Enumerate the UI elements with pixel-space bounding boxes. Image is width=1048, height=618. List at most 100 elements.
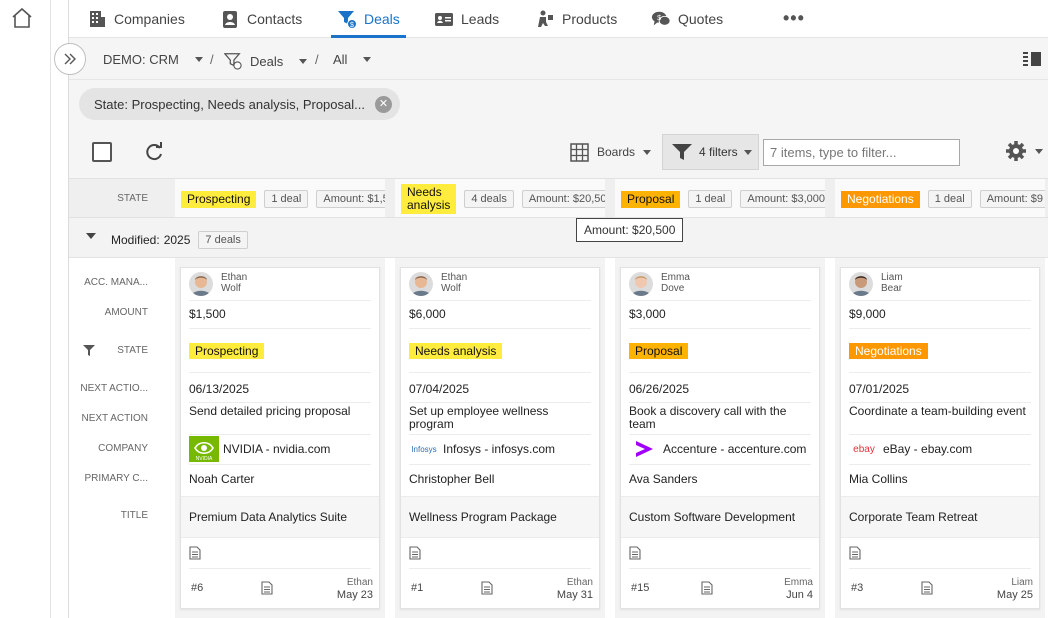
manager-first-name: Emma — [661, 272, 690, 283]
deal-card[interactable]: Ethan Wolf $1,500 Prospecting 06/13/2025 Send… — [180, 267, 380, 609]
state-filter-chip[interactable]: State: Prospecting, Needs analysis, Prop… — [79, 88, 400, 120]
modified-info: Ethan May 23 — [337, 577, 373, 602]
company-link[interactable]: eBay - ebay.com — [883, 442, 972, 456]
filter-input[interactable] — [763, 139, 960, 166]
infosys-logo: Infosys — [411, 444, 437, 454]
primary-contact[interactable]: Noah Carter — [189, 472, 371, 486]
account-manager: Liam Bear — [881, 272, 903, 294]
svg-text:$: $ — [657, 13, 661, 22]
primary-contact[interactable]: Ava Sanders — [629, 472, 811, 486]
document-icon[interactable] — [849, 546, 861, 560]
workspace-selector[interactable]: DEMO: CRM — [103, 52, 203, 67]
deal-id: #1 — [411, 582, 424, 594]
id-card-icon — [435, 13, 453, 26]
document-icon[interactable] — [921, 581, 933, 595]
tab-products[interactable]: Products — [535, 0, 617, 38]
group-value: 2025 — [163, 233, 191, 247]
chevron-down-icon — [299, 58, 308, 64]
state-header-row: STATE Prospecting 1 deal Amount: $1,5 Ne… — [69, 178, 1048, 218]
more-tabs-button[interactable]: ••• — [783, 8, 805, 29]
divider — [629, 300, 811, 301]
entity-selector[interactable]: Deals — [224, 52, 308, 70]
company-logo — [629, 436, 659, 462]
breadcrumb — [69, 38, 1048, 80]
boards-button[interactable]: Boards — [570, 140, 652, 164]
deal-title: Corporate Team Retreat — [849, 510, 978, 524]
column-header-needs-analysis[interactable]: Needs analysis 4 deals Amount: $20,50 — [395, 179, 605, 217]
manager-last-name: Bear — [881, 283, 903, 294]
panel-layout-icon[interactable] — [1022, 50, 1042, 68]
column-header-prospecting[interactable]: Prospecting 1 deal Amount: $1,5 — [175, 179, 385, 217]
document-icon[interactable] — [701, 581, 713, 595]
amount-badge: Amount: $3,000 — [740, 190, 825, 208]
deal-amount: $3,000 — [629, 307, 666, 321]
deal-amount: $9,000 — [849, 307, 886, 321]
group-count-badge: 7 deals — [198, 231, 248, 249]
divider — [409, 434, 591, 435]
column-header-negotiations[interactable]: Negotiations 1 deal Amount: $9 — [835, 179, 1045, 217]
nvidia-logo: NVIDIA — [189, 436, 219, 462]
deal-count-badge: 1 deal — [688, 190, 733, 208]
company-link[interactable]: Infosys - infosys.com — [443, 442, 555, 456]
tab-leads[interactable]: Leads — [434, 0, 499, 38]
workspace-label: DEMO: CRM — [103, 52, 179, 67]
account-manager: Emma Dove — [661, 272, 690, 294]
divider — [629, 568, 811, 569]
company-logo: NVIDIA — [189, 436, 219, 462]
modified-date: May 25 — [996, 589, 1033, 601]
tab-quotes[interactable]: $ Quotes — [651, 0, 723, 38]
document-icon[interactable] — [481, 581, 493, 595]
divider — [849, 328, 1031, 329]
divider — [409, 402, 591, 403]
manager-last-name: Wolf — [221, 283, 241, 294]
double-chevron-right-icon — [64, 53, 76, 65]
manager-first-name: Ethan — [221, 272, 248, 283]
primary-contact[interactable]: Mia Collins — [849, 472, 1031, 486]
state-label: Proposal — [621, 190, 681, 208]
company-link[interactable]: Accenture - accenture.com — [663, 442, 806, 456]
document-icon[interactable] — [409, 546, 421, 560]
tab-contacts[interactable]: Contacts — [220, 0, 302, 38]
divider — [189, 402, 371, 403]
divider — [189, 328, 371, 329]
settings-button[interactable] — [1005, 140, 1043, 162]
company-link[interactable]: NVIDIA - nvidia.com — [223, 442, 330, 456]
deal-card[interactable]: Liam Bear $9,000 Negotiations 07/01/2025 Coor… — [840, 267, 1040, 609]
expand-sidebar-button[interactable] — [54, 43, 86, 75]
modified-by: Ethan — [346, 577, 373, 588]
deal-card[interactable]: Ethan Wolf $6,000 Needs analysis 07/04/2025 S… — [400, 267, 600, 609]
refresh-icon[interactable] — [143, 141, 165, 163]
deal-id: #6 — [191, 582, 204, 594]
deal-amount: $6,000 — [409, 307, 446, 321]
chevron-down-icon — [363, 57, 372, 62]
deal-card[interactable]: Emma Dove $3,000 Proposal 06/26/2025 Book a d… — [620, 267, 820, 609]
next-action: Send detailed pricing proposal — [189, 405, 351, 418]
divider — [409, 568, 591, 569]
view-selector[interactable]: All — [333, 52, 372, 67]
row-label-next-action: NEXT ACTION — [81, 413, 149, 424]
divider — [629, 372, 811, 373]
primary-contact[interactable]: Christopher Bell — [409, 472, 591, 486]
next-action: Book a discovery call with the team — [629, 405, 787, 431]
tab-companies-label: Companies — [114, 11, 185, 27]
filters-button[interactable]: 4 filters — [662, 134, 759, 170]
close-icon[interactable]: ✕ — [374, 95, 392, 113]
tab-companies[interactable]: Companies — [87, 0, 185, 38]
document-icon[interactable] — [629, 546, 641, 560]
group-collapse-toggle[interactable] — [86, 233, 96, 239]
row-label-contact: PRIMARY C... — [84, 473, 148, 484]
tab-deals[interactable]: $ Deals — [331, 0, 406, 38]
amount-badge: Amount: $20,50 — [521, 190, 605, 208]
document-icon[interactable] — [189, 546, 201, 560]
amount-badge: Amount: $1,5 — [316, 190, 385, 208]
select-all-checkbox[interactable] — [92, 142, 112, 162]
document-icon[interactable] — [261, 581, 273, 595]
modified-date: May 23 — [336, 589, 373, 601]
divider — [849, 464, 1031, 465]
deal-amount: $1,500 — [189, 307, 226, 321]
deal-title-area: Premium Data Analytics Suite — [181, 496, 379, 538]
avatar — [409, 272, 433, 296]
divider — [849, 372, 1031, 373]
home-icon[interactable] — [10, 6, 34, 30]
column-header-proposal[interactable]: Proposal 1 deal Amount: $3,000 — [615, 179, 825, 217]
